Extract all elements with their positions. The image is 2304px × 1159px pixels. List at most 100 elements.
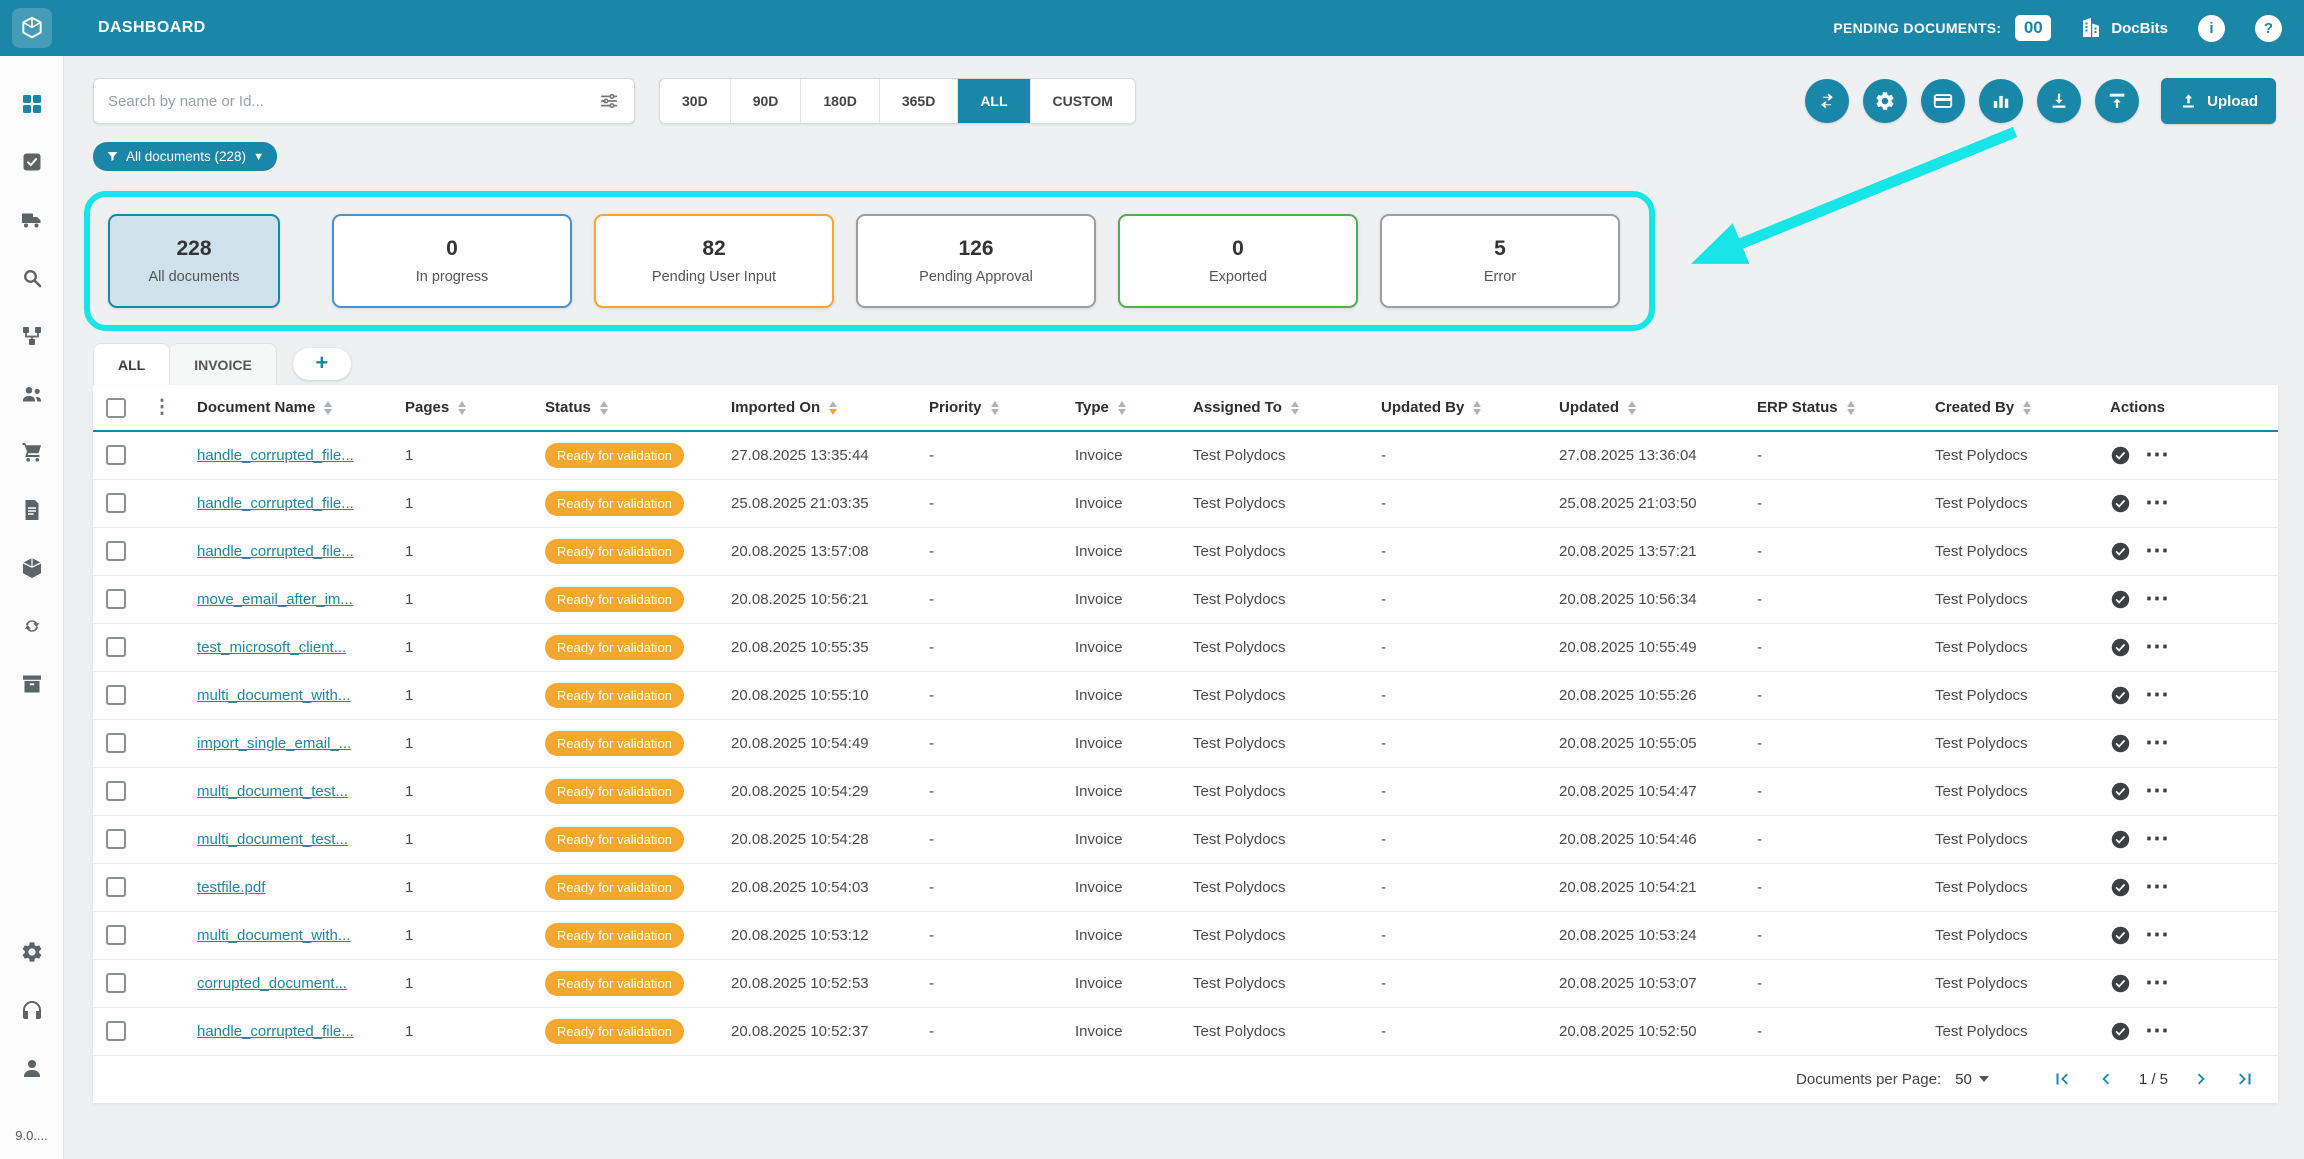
stat-card-pending-user-input[interactable]: 82Pending User Input bbox=[594, 214, 834, 308]
row-menu-icon[interactable]: ⋯ bbox=[2145, 450, 2169, 460]
row-checkbox[interactable] bbox=[106, 1021, 126, 1041]
document-name-link[interactable]: handle_corrupted_file... bbox=[197, 495, 354, 512]
sidebar-item-shipping[interactable] bbox=[20, 208, 44, 232]
per-page-value[interactable]: 50 bbox=[1955, 1071, 1972, 1088]
stat-card-error[interactable]: 5Error bbox=[1380, 214, 1620, 308]
sidebar-item-account[interactable] bbox=[20, 1056, 44, 1080]
row-checkbox[interactable] bbox=[106, 493, 126, 513]
row-menu-icon[interactable]: ⋯ bbox=[2145, 546, 2169, 556]
col-header-updated_by[interactable]: Updated By bbox=[1369, 385, 1547, 431]
sidebar-item-invoices[interactable] bbox=[20, 498, 44, 522]
validate-action-icon[interactable] bbox=[2110, 973, 2131, 994]
col-header-erp[interactable]: ERP Status bbox=[1745, 385, 1923, 431]
search-input[interactable] bbox=[108, 93, 598, 110]
validate-action-icon[interactable] bbox=[2110, 877, 2131, 898]
col-header-type[interactable]: Type bbox=[1063, 385, 1181, 431]
row-checkbox[interactable] bbox=[106, 781, 126, 801]
col-header-assigned[interactable]: Assigned To bbox=[1181, 385, 1369, 431]
select-all-checkbox[interactable] bbox=[106, 398, 126, 418]
stat-card-exported[interactable]: 0Exported bbox=[1118, 214, 1358, 308]
sidebar-item-dashboard[interactable] bbox=[20, 92, 44, 116]
row-checkbox[interactable] bbox=[106, 925, 126, 945]
validate-action-icon[interactable] bbox=[2110, 541, 2131, 562]
filter-tune-icon[interactable] bbox=[598, 90, 620, 112]
row-menu-icon[interactable]: ⋯ bbox=[2145, 738, 2169, 748]
export-button[interactable] bbox=[2037, 79, 2081, 123]
row-menu-icon[interactable]: ⋯ bbox=[2145, 882, 2169, 892]
col-header-status[interactable]: Status bbox=[533, 385, 719, 431]
document-name-link[interactable]: multi_document_test... bbox=[197, 783, 348, 800]
validate-action-icon[interactable] bbox=[2110, 445, 2131, 466]
time-filter-180d[interactable]: 180D bbox=[801, 79, 879, 123]
sort-icon[interactable] bbox=[1473, 401, 1481, 416]
time-filter-30d[interactable]: 30D bbox=[660, 79, 731, 123]
help-icon[interactable]: ? bbox=[2255, 15, 2282, 42]
validate-action-icon[interactable] bbox=[2110, 781, 2131, 802]
row-menu-icon[interactable]: ⋯ bbox=[2145, 1026, 2169, 1036]
row-menu-icon[interactable]: ⋯ bbox=[2145, 642, 2169, 652]
validate-action-icon[interactable] bbox=[2110, 1021, 2131, 1042]
sidebar-item-users[interactable] bbox=[20, 382, 44, 406]
analytics-button[interactable] bbox=[1979, 79, 2023, 123]
sort-icon[interactable] bbox=[1628, 401, 1636, 416]
row-checkbox[interactable] bbox=[106, 541, 126, 561]
stat-card-in-progress[interactable]: 0In progress bbox=[332, 214, 572, 308]
app-logo[interactable] bbox=[12, 8, 52, 48]
upload-button[interactable]: Upload bbox=[2161, 78, 2276, 124]
sort-icon[interactable] bbox=[991, 401, 999, 416]
document-name-link[interactable]: handle_corrupted_file... bbox=[197, 543, 354, 560]
info-icon[interactable]: i bbox=[2198, 15, 2225, 42]
document-name-link[interactable]: testfile.pdf bbox=[197, 879, 265, 896]
document-name-link[interactable]: handle_corrupted_file... bbox=[197, 447, 354, 464]
col-header-created_by[interactable]: Created By bbox=[1923, 385, 2098, 431]
bulk-actions-kebab-icon[interactable]: ⋮ bbox=[139, 385, 185, 431]
row-checkbox[interactable] bbox=[106, 877, 126, 897]
first-page-icon[interactable] bbox=[2051, 1068, 2073, 1090]
validate-action-icon[interactable] bbox=[2110, 733, 2131, 754]
col-header-pages[interactable]: Pages bbox=[393, 385, 533, 431]
col-header-imported[interactable]: Imported On bbox=[719, 385, 917, 431]
sort-icon[interactable] bbox=[458, 401, 466, 416]
document-name-link[interactable]: multi_document_with... bbox=[197, 687, 350, 704]
archive-button[interactable] bbox=[2095, 79, 2139, 123]
document-name-link[interactable]: handle_corrupted_file... bbox=[197, 1023, 354, 1040]
row-checkbox[interactable] bbox=[106, 733, 126, 753]
time-filter-all[interactable]: ALL bbox=[958, 79, 1030, 123]
add-tab-button[interactable]: + bbox=[293, 348, 351, 380]
card-view-button[interactable] bbox=[1921, 79, 1965, 123]
validate-action-icon[interactable] bbox=[2110, 493, 2131, 514]
all-documents-filter-chip[interactable]: All documents (228) ▼ bbox=[93, 142, 277, 171]
col-header-priority[interactable]: Priority bbox=[917, 385, 1063, 431]
sidebar-item-returns[interactable] bbox=[20, 614, 44, 638]
row-checkbox[interactable] bbox=[106, 589, 126, 609]
row-menu-icon[interactable]: ⋯ bbox=[2145, 690, 2169, 700]
sort-icon[interactable] bbox=[600, 401, 608, 416]
sort-icon[interactable] bbox=[1118, 401, 1126, 416]
sidebar-item-packages[interactable] bbox=[20, 556, 44, 580]
sidebar-item-inventory[interactable] bbox=[20, 672, 44, 696]
row-checkbox[interactable] bbox=[106, 685, 126, 705]
validate-action-icon[interactable] bbox=[2110, 925, 2131, 946]
sidebar-item-settings[interactable] bbox=[20, 940, 44, 964]
time-filter-365d[interactable]: 365D bbox=[880, 79, 958, 123]
sort-icon[interactable] bbox=[2023, 401, 2031, 416]
document-name-link[interactable]: corrupted_document... bbox=[197, 975, 347, 992]
row-menu-icon[interactable]: ⋯ bbox=[2145, 930, 2169, 940]
row-checkbox[interactable] bbox=[106, 973, 126, 993]
tab-invoice[interactable]: INVOICE bbox=[170, 343, 277, 385]
row-menu-icon[interactable]: ⋯ bbox=[2145, 786, 2169, 796]
row-menu-icon[interactable]: ⋯ bbox=[2145, 978, 2169, 988]
validate-action-icon[interactable] bbox=[2110, 829, 2131, 850]
sidebar-item-audit[interactable] bbox=[20, 266, 44, 290]
validate-action-icon[interactable] bbox=[2110, 685, 2131, 706]
sidebar-item-support[interactable] bbox=[20, 998, 44, 1022]
row-menu-icon[interactable]: ⋯ bbox=[2145, 594, 2169, 604]
time-filter-custom[interactable]: CUSTOM bbox=[1031, 79, 1135, 123]
sync-button[interactable] bbox=[1805, 79, 1849, 123]
stat-card-all-documents[interactable]: 228All documents bbox=[108, 214, 280, 308]
col-header-name[interactable]: Document Name bbox=[185, 385, 393, 431]
sort-icon[interactable] bbox=[829, 401, 837, 416]
row-menu-icon[interactable]: ⋯ bbox=[2145, 834, 2169, 844]
time-filter-90d[interactable]: 90D bbox=[731, 79, 802, 123]
per-page-caret-icon[interactable] bbox=[1979, 1076, 1989, 1082]
